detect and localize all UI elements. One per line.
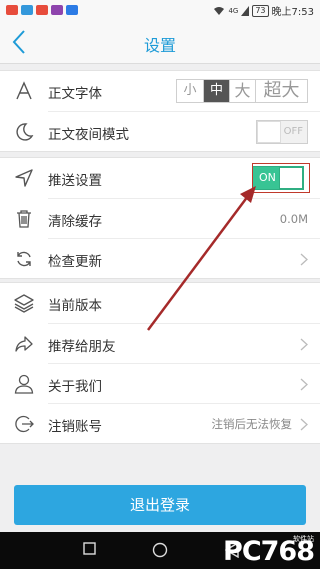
recommend-label: 推荐给朋友 [48, 339, 116, 355]
home-circle-icon[interactable] [152, 542, 168, 558]
site-watermark-subtitle: 软件站 [293, 535, 314, 543]
push-settings-row: 推送设置 ON [0, 158, 320, 198]
chevron-right-icon [300, 253, 308, 265]
chevron-right-icon [300, 418, 308, 430]
app-settings-group: 推送设置 ON 清除缓存 0.0M 检查更新 [0, 157, 320, 279]
app-notification-icon [66, 5, 78, 15]
battery-indicator: 73 [252, 4, 269, 17]
font-size-row: 正文字体 小 中 大 超大 [0, 71, 320, 111]
chevron-right-icon [300, 378, 308, 390]
toggle-knob [257, 121, 281, 143]
font-size-label: 正文字体 [48, 86, 102, 102]
font-size-selector: 小 中 大 超大 [176, 79, 308, 103]
push-toggle[interactable]: ON [252, 166, 304, 190]
share-arrow-icon [15, 336, 33, 352]
night-mode-row: 正文夜间模式 OFF [16, 111, 320, 151]
night-mode-label: 正文夜间模式 [48, 127, 129, 143]
toggle-off-text: OFF [283, 126, 303, 137]
page-title: 设置 [143, 36, 176, 55]
recommend-row[interactable]: 推荐给朋友 [15, 323, 320, 363]
version-label: 当前版本 [48, 298, 102, 314]
about-us-label: 关于我们 [48, 379, 102, 395]
clear-cache-row[interactable]: 清除缓存 0.0M [17, 198, 320, 238]
toggle-on-text: ON [259, 171, 276, 184]
navigation-arrow-icon [15, 169, 33, 187]
font-size-large[interactable]: 大 [229, 80, 255, 102]
push-settings-label: 推送设置 [48, 173, 102, 189]
trash-icon [17, 210, 31, 228]
version-row: 当前版本 [0, 283, 320, 323]
status-bar: 4G 73 晚上7:53 [0, 0, 320, 20]
moon-icon [16, 123, 34, 141]
font-a-icon [16, 81, 32, 100]
app-notification-icon [21, 5, 33, 15]
app-notification-icon [51, 5, 63, 15]
font-size-medium[interactable]: 中 [203, 80, 229, 102]
deregister-label: 注销账号 [48, 419, 102, 435]
app-notification-icon [36, 5, 48, 15]
about-group: 当前版本 推荐给朋友 关于我们 注销账号 注销后无法恢复 [0, 282, 320, 444]
font-size-xlarge[interactable]: 超大 [255, 80, 307, 102]
notification-icons [6, 5, 78, 15]
toggle-knob [279, 167, 303, 189]
logout-button[interactable]: 退出登录 [14, 485, 306, 525]
chevron-right-icon [300, 338, 308, 350]
display-settings-group: 正文字体 小 中 大 超大 正文夜间模式 OFF [0, 70, 320, 152]
font-size-small[interactable]: 小 [177, 80, 203, 102]
clear-cache-label: 清除缓存 [48, 214, 102, 230]
app-header: 设置 [0, 20, 320, 64]
recents-square-icon[interactable] [83, 542, 96, 555]
clock: 晚上7:53 [271, 7, 314, 18]
deregister-hint: 注销后无法恢复 [211, 417, 293, 431]
refresh-icon [17, 251, 31, 267]
check-update-label: 检查更新 [48, 254, 102, 270]
night-mode-toggle[interactable]: OFF [256, 120, 308, 144]
deregister-row[interactable]: 注销账号 注销后无法恢复 [15, 403, 320, 443]
app-notification-icon [6, 5, 18, 15]
wifi-icon [214, 6, 225, 15]
layers-icon [14, 294, 34, 313]
check-update-row[interactable]: 检查更新 [17, 238, 320, 278]
user-icon [14, 374, 34, 394]
network-type: 4G [228, 6, 239, 15]
signal-icon [241, 5, 250, 16]
about-us-row[interactable]: 关于我们 [14, 363, 320, 403]
system-navigation-bar: PC768 软件站 [0, 532, 320, 569]
cache-size-value: 0.0M [279, 212, 308, 226]
exit-circle-icon [15, 415, 34, 433]
